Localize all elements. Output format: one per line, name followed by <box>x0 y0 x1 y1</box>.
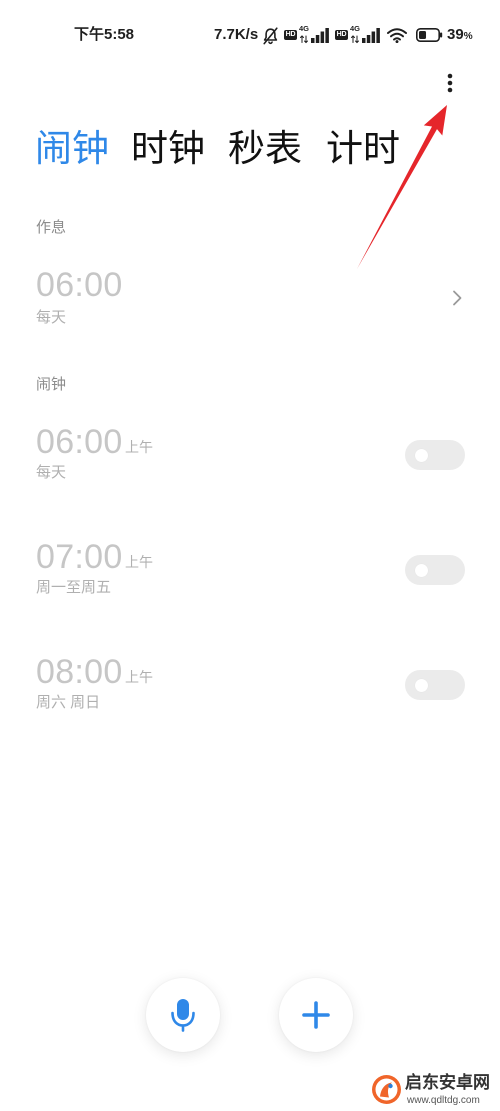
battery-value: 39 <box>447 26 464 43</box>
tab-timer[interactable]: 计时 <box>326 128 400 170</box>
tab-clock[interactable]: 时钟 <box>131 128 205 170</box>
wifi-icon <box>386 27 408 43</box>
battery-level-fill <box>419 31 427 39</box>
network-speed: 7.7K/s <box>214 26 259 43</box>
alarm-list: 06:00 上午 每天 07:00 上午 周一至周五 08:00 上午 周六 周… <box>0 423 500 768</box>
status-bar: 下午5:58 7.7K/s HD 4G HD 4G 39% <box>0 0 500 60</box>
alarm-period: 上午 <box>125 669 153 685</box>
battery-icon <box>416 28 443 42</box>
more-menu-button[interactable] <box>440 68 460 98</box>
schedule-time: 06:00 <box>36 266 123 304</box>
toggle-knob <box>415 448 428 462</box>
status-time: 下午5:58 <box>74 26 135 43</box>
schedule-repeat: 每天 <box>36 309 67 326</box>
cellular-signal-icon: 4G <box>350 24 381 44</box>
alarm-toggle[interactable] <box>405 555 465 585</box>
alarm-item[interactable]: 06:00 上午 每天 <box>0 423 500 538</box>
network-type-label: 4G <box>350 24 361 33</box>
clock-app-screen: 下午5:58 7.7K/s HD 4G HD 4G 39% 闹钟 时钟 秒表 计… <box>0 0 500 1111</box>
battery-percent: 39% <box>447 26 473 44</box>
alarm-item[interactable]: 08:00 上午 周六 周日 <box>0 653 500 768</box>
alarm-toggle[interactable] <box>405 670 465 700</box>
alarm-repeat: 周六 周日 <box>36 694 101 711</box>
watermark-logo <box>371 1074 402 1105</box>
chevron-right-icon <box>452 290 462 306</box>
alarm-time: 06:00 <box>36 423 123 461</box>
mute-bell-icon <box>262 27 279 45</box>
section-title-alarms: 闹钟 <box>36 376 67 393</box>
plus-icon <box>302 1001 330 1029</box>
tab-stopwatch[interactable]: 秒表 <box>228 128 302 170</box>
alarm-period: 上午 <box>125 554 153 570</box>
voice-alarm-button[interactable] <box>146 978 220 1052</box>
hd-badge-icon: HD <box>335 30 348 40</box>
alarm-time: 07:00 <box>36 538 123 576</box>
add-alarm-button[interactable] <box>279 978 353 1052</box>
section-title-schedule: 作息 <box>36 219 67 236</box>
cellular-signal-icon: 4G <box>299 24 330 44</box>
alarm-toggle[interactable] <box>405 440 465 470</box>
schedule-item[interactable]: 06:00 每天 <box>0 258 500 338</box>
watermark-url: www.qdltdg.com <box>407 1095 480 1106</box>
battery-unit: % <box>463 31 473 42</box>
more-vertical-icon <box>447 73 453 93</box>
alarm-repeat: 每天 <box>36 464 67 481</box>
alarm-period: 上午 <box>125 439 153 455</box>
toggle-knob <box>415 678 428 692</box>
alarm-item[interactable]: 07:00 上午 周一至周五 <box>0 538 500 653</box>
watermark-name: 启东安卓网 <box>405 1073 490 1092</box>
toggle-knob <box>415 563 428 577</box>
tab-alarm[interactable]: 闹钟 <box>35 128 109 170</box>
alarm-repeat: 周一至周五 <box>36 579 112 596</box>
network-type-label: 4G <box>299 24 310 33</box>
hd-badge-icon: HD <box>284 30 297 40</box>
alarm-time: 08:00 <box>36 653 123 691</box>
microphone-icon <box>171 999 195 1032</box>
